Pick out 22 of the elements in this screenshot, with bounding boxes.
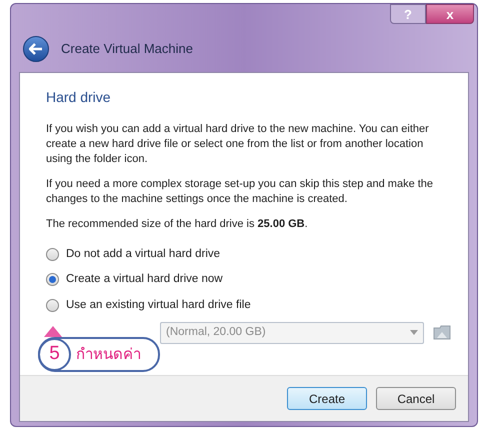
pointer-arrow-icon [44,326,62,337]
close-button[interactable]: x [426,4,474,24]
create-button[interactable]: Create [287,387,367,410]
description-text: The recommended size of the hard drive is 25.00 GB. [46,217,309,232]
cancel-button[interactable]: Cancel [376,387,456,410]
dropdown-caret-icon [410,330,418,336]
page-heading: Hard drive [46,88,112,107]
radio-option[interactable]: Use an existing virtual hard drive file [46,296,251,314]
radio-button[interactable] [46,298,59,312]
radio-button[interactable] [46,273,59,286]
description-text: If you wish you can add a virtual hard drive to the new machine. You can either create a new hard drive file or select one from the list or from another location using the folder icon. [46,122,430,167]
folder-button[interactable] [432,324,452,342]
window-title: Create Virtual Machine [61,40,193,58]
back-button[interactable] [23,36,49,62]
folder-icon [433,325,451,340]
description-text: If you need a more complex storage set-up you can skip this step and make the changes to the machine settings once the machine is created. [46,177,434,207]
radio-option[interactable]: Create a virtual hard drive now [46,271,223,288]
radio-button[interactable] [46,248,59,262]
step-number: 5 [38,338,71,371]
radio-option[interactable]: Do not add a virtual hard drive [46,246,220,264]
callout-label: กำหนดค่า [76,344,141,366]
back-arrow-icon [29,43,43,55]
